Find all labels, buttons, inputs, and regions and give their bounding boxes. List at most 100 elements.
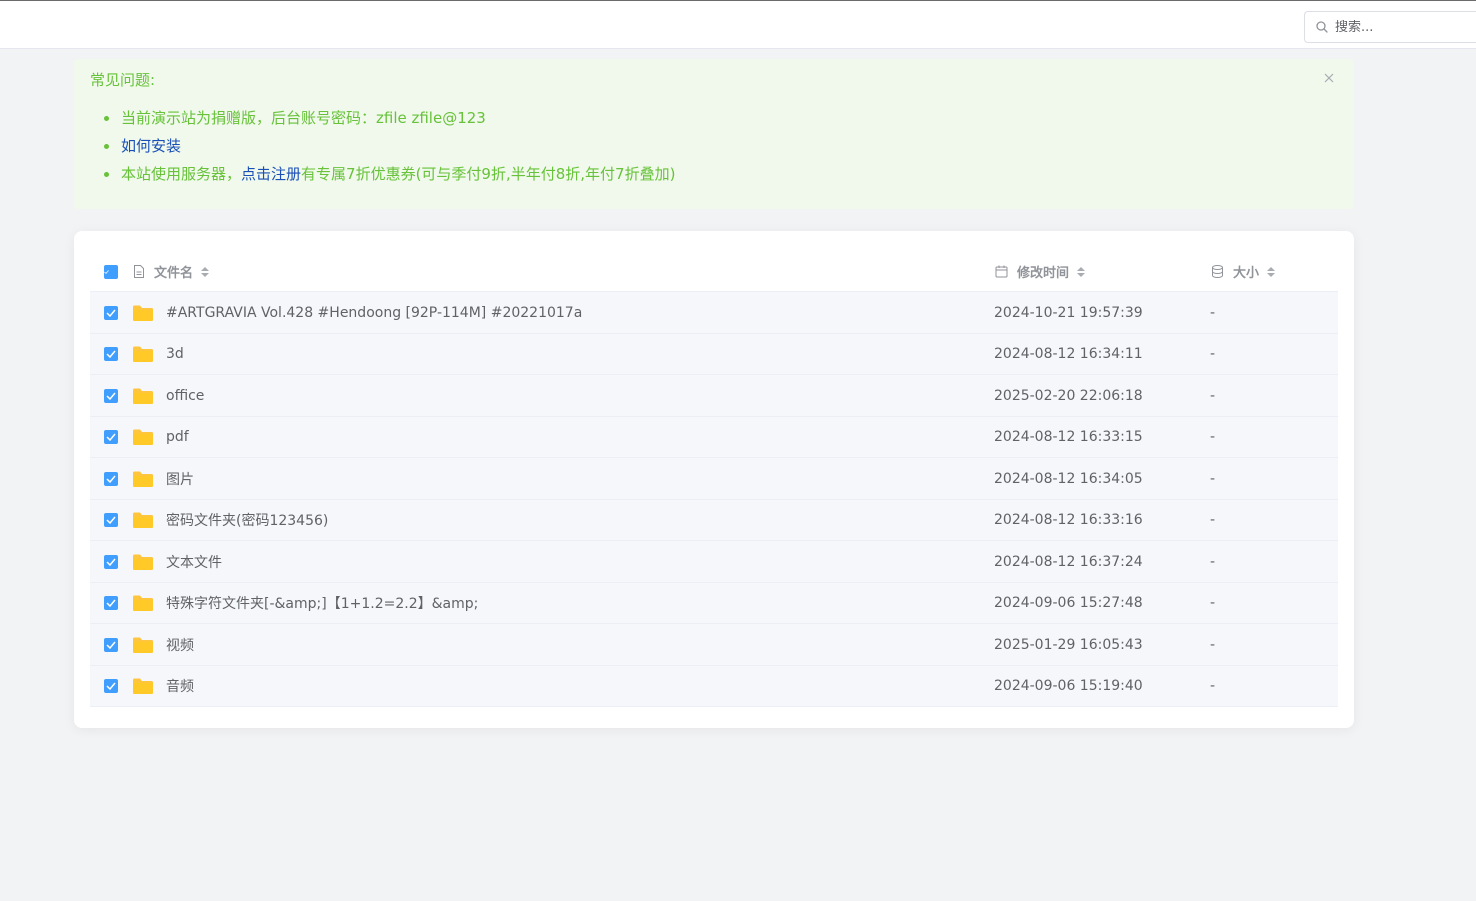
folder-icon [133, 678, 153, 694]
sort-icon[interactable] [1266, 266, 1276, 278]
row-name-cell[interactable]: 特殊字符文件夹[-&amp;]【1+1.2=2.2】&amp; [132, 583, 478, 624]
row-time-cell: 2024-10-21 19:57:39 [994, 292, 1143, 333]
database-icon [1212, 265, 1223, 278]
faq-item-server: 本站使用服务器，点击注册有专属7折优惠券(可与季付9折,半年付8折,年付7折叠加… [104, 164, 675, 192]
check-icon [106, 516, 116, 524]
select-all-cell [104, 251, 118, 292]
row-checkbox-cell [104, 417, 118, 458]
row-name-cell[interactable]: 3d [132, 334, 184, 375]
file-name[interactable]: 密码文件夹(密码123456) [166, 510, 328, 530]
file-size: - [1210, 512, 1216, 528]
row-name-cell[interactable]: 图片 [132, 458, 194, 499]
row-checkbox-cell [104, 541, 118, 582]
check-icon [106, 309, 116, 317]
row-time-cell: 2024-08-12 16:37:24 [994, 541, 1143, 582]
table-row[interactable]: 文本文件 2024-08-12 16:37:24 - [90, 541, 1338, 583]
table-header: 文件名 修改时间 大小 [90, 251, 1338, 292]
check-icon [106, 350, 116, 358]
header-time-label: 修改时间 [1017, 266, 1070, 281]
file-name[interactable]: office [166, 388, 204, 404]
file-size: - [1210, 429, 1216, 445]
header-name[interactable]: 文件名 [133, 251, 219, 292]
top-bar [0, 0, 1476, 49]
header-time[interactable]: 修改时间 [995, 251, 1095, 292]
modified-time: 2024-08-12 16:33:16 [994, 512, 1143, 528]
modified-time: 2024-08-12 16:33:15 [994, 429, 1143, 445]
file-name[interactable]: 图片 [166, 469, 194, 489]
row-name-cell[interactable]: 视频 [132, 624, 194, 665]
row-size-cell: - [1210, 541, 1215, 582]
file-name[interactable]: 3d [166, 346, 184, 362]
file-size: - [1210, 470, 1216, 487]
row-checkbox[interactable] [104, 554, 118, 569]
check-icon [106, 641, 116, 649]
modified-time: 2025-01-29 16:05:43 [994, 636, 1143, 653]
file-name[interactable]: #ARTGRAVIA Vol.428 #Hendoong [92P-114M] … [166, 305, 582, 321]
row-checkbox[interactable] [104, 679, 118, 693]
table-row[interactable]: 音频 2024-09-06 15:19:40 - [90, 665, 1338, 707]
row-checkbox[interactable] [104, 513, 118, 527]
install-link[interactable]: 如何安装 [121, 137, 181, 155]
file-size: - [1210, 346, 1216, 362]
row-checkbox[interactable] [104, 388, 118, 403]
row-checkbox[interactable] [104, 347, 118, 361]
search-input[interactable] [1335, 19, 1465, 35]
modified-time: 2024-10-21 19:57:39 [994, 304, 1143, 321]
row-name-cell[interactable]: 文本文件 [132, 541, 222, 582]
table-row[interactable]: #ARTGRAVIA Vol.428 #Hendoong [92P-114M] … [90, 292, 1338, 334]
folder-icon [133, 429, 153, 445]
register-link[interactable]: 点击注册 [241, 165, 301, 183]
file-icon [134, 265, 144, 278]
close-icon[interactable] [1322, 71, 1336, 85]
file-list-card: 文件名 修改时间 大小 #ARTGRAVIA Vol.428 #Hendoong… [74, 231, 1354, 728]
check-icon [106, 475, 116, 483]
row-checkbox[interactable] [104, 471, 118, 486]
table-row[interactable]: 特殊字符文件夹[-&amp;]【1+1.2=2.2】&amp; 2024-09-0… [90, 582, 1338, 624]
row-checkbox[interactable] [104, 430, 118, 444]
folder-icon [133, 471, 153, 487]
table-row[interactable]: 视频 2025-01-29 16:05:43 - [90, 624, 1338, 666]
file-size: - [1210, 387, 1216, 404]
table-row[interactable]: pdf 2024-08-12 16:33:15 - [90, 416, 1338, 458]
select-all-checkbox[interactable] [104, 264, 118, 279]
file-name[interactable]: 特殊字符文件夹[-&amp;]【1+1.2=2.2】&amp; [166, 593, 478, 613]
folder-icon [133, 554, 153, 570]
file-name[interactable]: pdf [166, 429, 189, 445]
header-size[interactable]: 大小 [1211, 251, 1285, 292]
modified-time: 2024-08-12 16:34:05 [994, 470, 1143, 487]
file-name[interactable]: 视频 [166, 635, 194, 655]
sort-icon[interactable] [1076, 266, 1086, 278]
file-name[interactable]: 文本文件 [166, 552, 222, 572]
row-size-cell: - [1210, 666, 1215, 707]
modified-time: 2024-08-12 16:34:11 [994, 346, 1143, 362]
table-row[interactable]: 3d 2024-08-12 16:34:11 - [90, 333, 1338, 375]
row-name-cell[interactable]: pdf [132, 417, 189, 458]
file-size: - [1210, 553, 1216, 570]
row-name-cell[interactable]: office [132, 375, 204, 416]
row-checkbox[interactable] [104, 305, 118, 320]
table-body: #ARTGRAVIA Vol.428 #Hendoong [92P-114M] … [90, 292, 1338, 707]
table-row[interactable]: office 2025-02-20 22:06:18 - [90, 375, 1338, 417]
row-checkbox[interactable] [104, 596, 118, 610]
file-name[interactable]: 音频 [166, 676, 194, 696]
row-checkbox-cell [104, 292, 118, 333]
check-icon [106, 392, 116, 400]
row-name-cell[interactable]: #ARTGRAVIA Vol.428 #Hendoong [92P-114M] … [132, 292, 582, 333]
row-name-cell[interactable]: 音频 [132, 666, 194, 707]
search-icon [1316, 21, 1328, 33]
table-row[interactable]: 图片 2024-08-12 16:34:05 - [90, 458, 1338, 500]
row-size-cell: - [1210, 334, 1215, 375]
folder-icon [133, 512, 153, 528]
file-size: - [1210, 678, 1216, 694]
row-checkbox[interactable] [104, 637, 118, 652]
row-time-cell: 2025-01-29 16:05:43 [994, 624, 1143, 665]
folder-icon [133, 595, 153, 611]
header-size-label: 大小 [1233, 266, 1260, 281]
table-row[interactable]: 密码文件夹(密码123456) 2024-08-12 16:33:16 - [90, 499, 1338, 541]
row-checkbox-cell [104, 666, 118, 707]
faq-item-install: 如何安装 [104, 136, 675, 164]
sort-icon[interactable] [200, 266, 210, 278]
row-name-cell[interactable]: 密码文件夹(密码123456) [132, 500, 328, 541]
row-time-cell: 2024-08-12 16:33:16 [994, 500, 1143, 541]
search-box[interactable] [1304, 11, 1476, 43]
